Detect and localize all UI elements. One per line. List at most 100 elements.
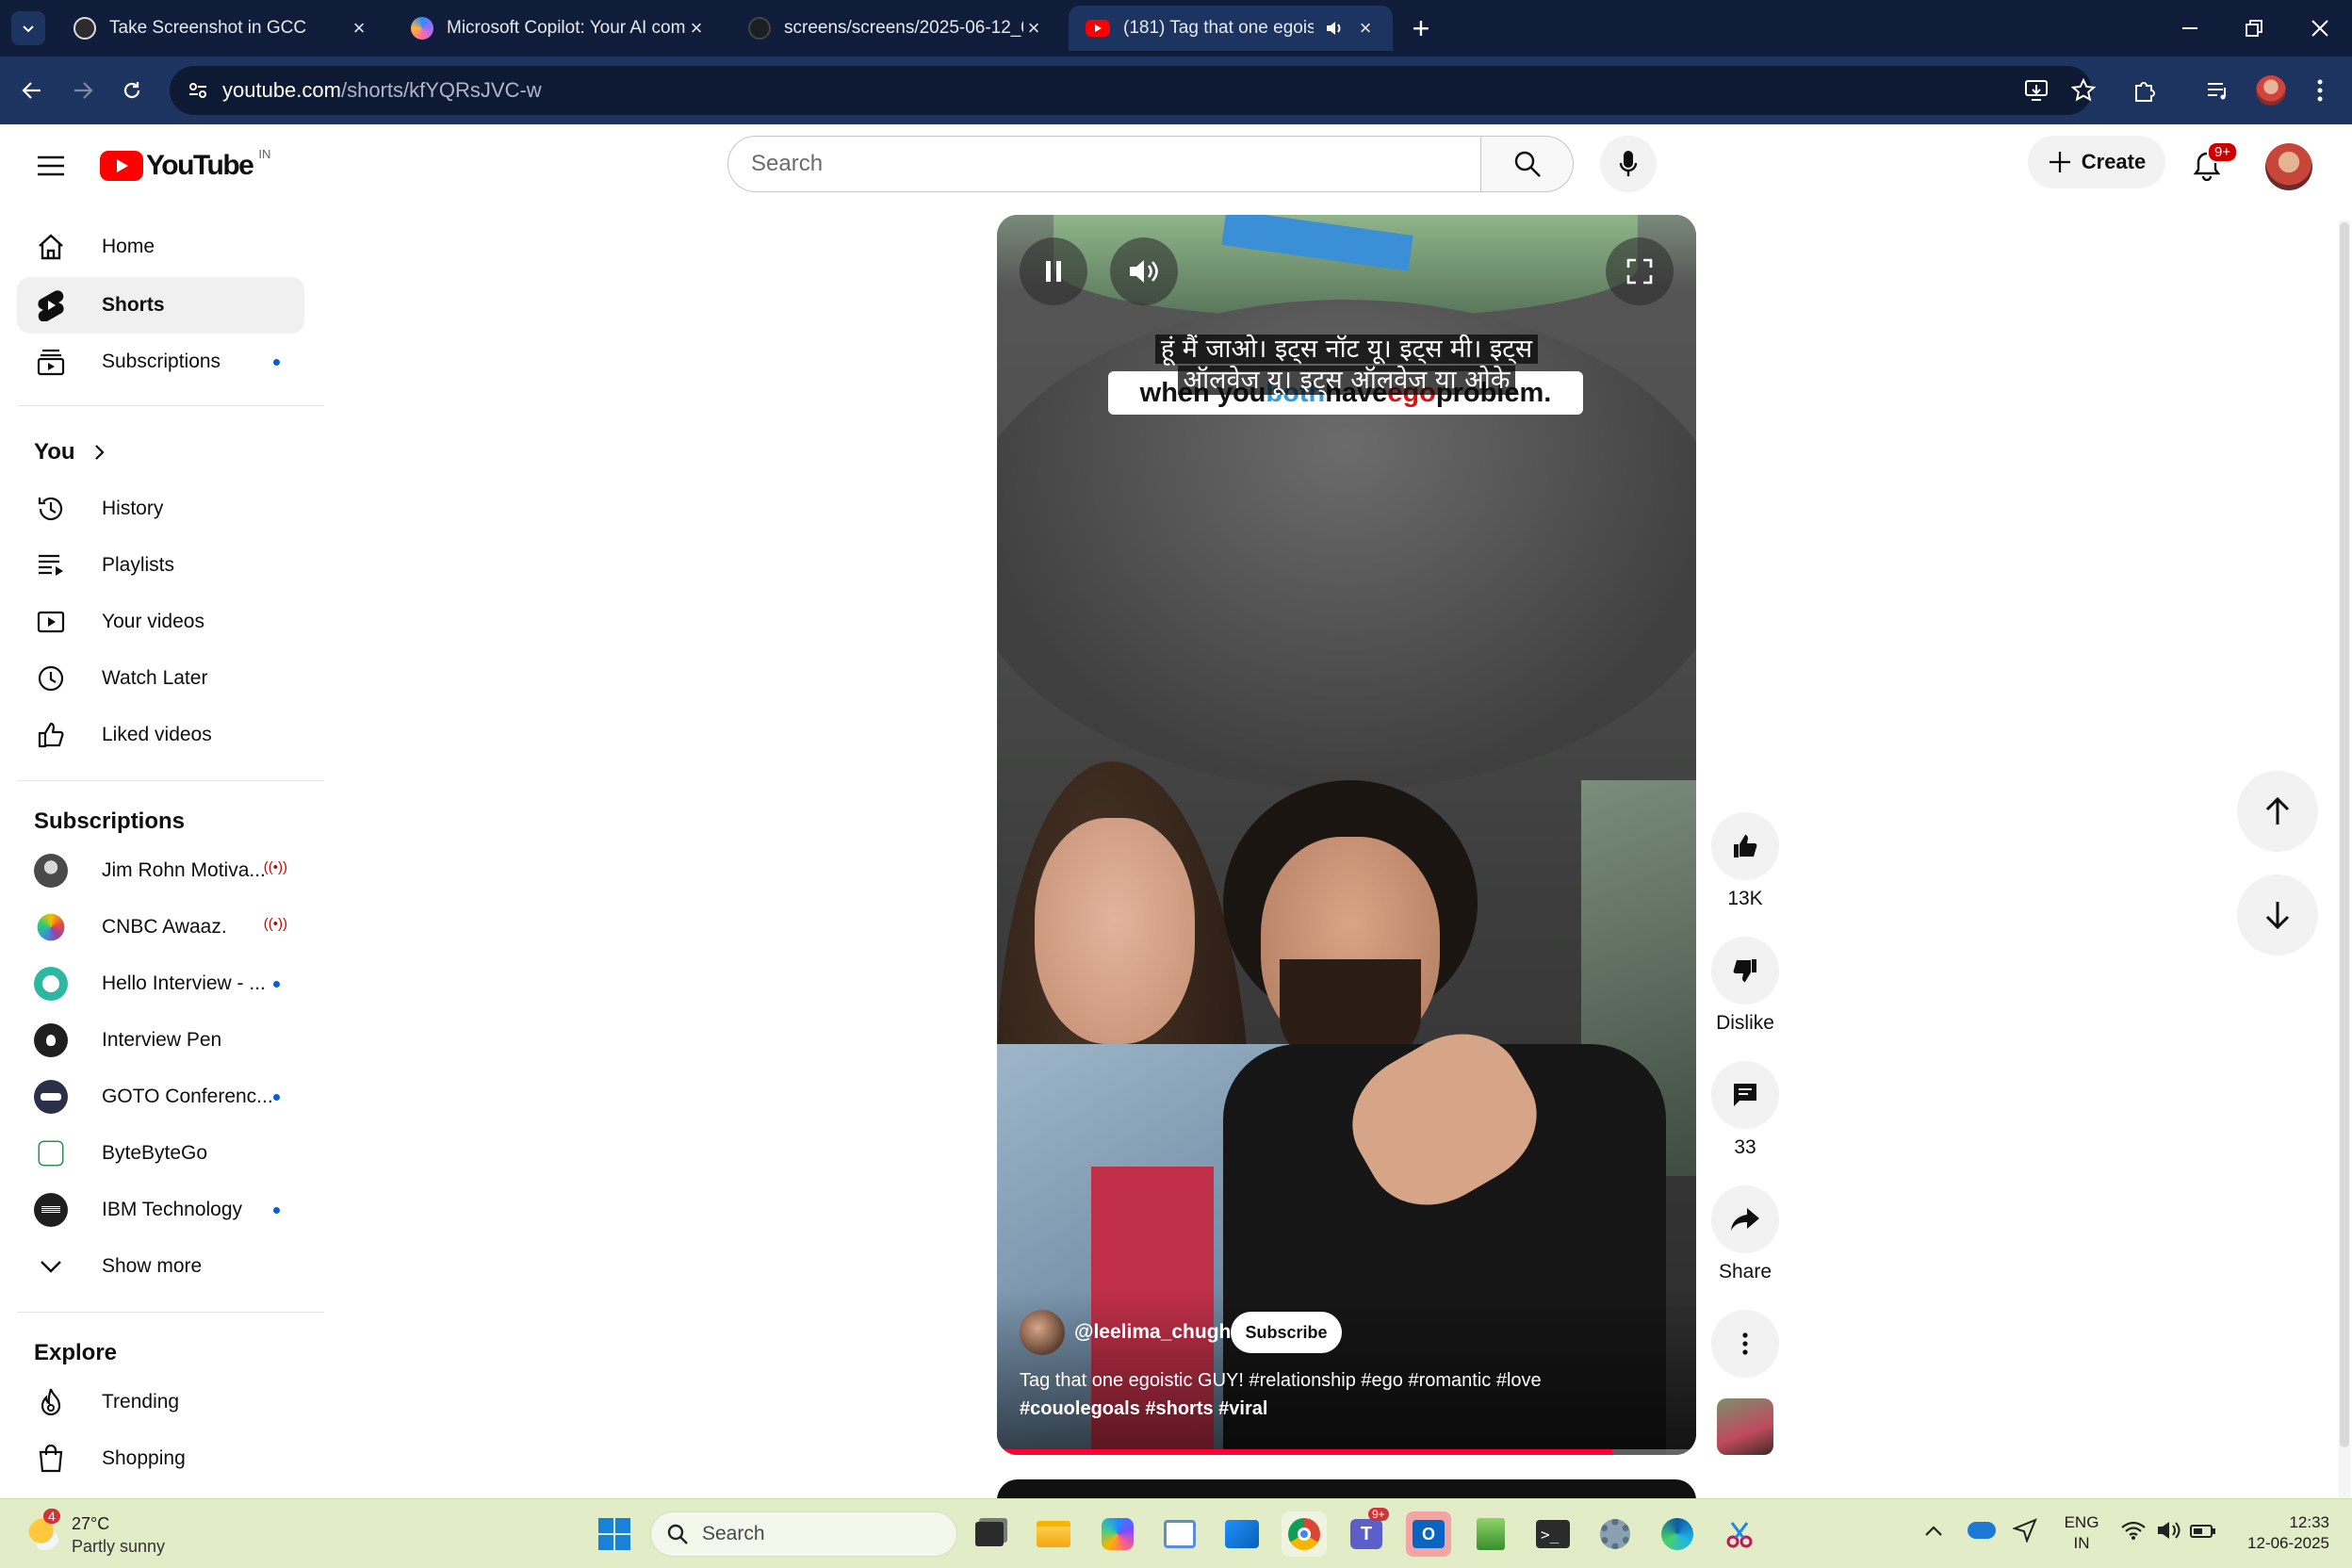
subscription-channel[interactable]: CNBC Awaaz. ((•)) [17, 899, 304, 956]
share-label: Share [1718, 1261, 1772, 1282]
page-scrollbar[interactable] [2339, 220, 2350, 1498]
notifications-button[interactable]: 9+ [2182, 141, 2239, 190]
arrow-down-icon [2265, 902, 2290, 930]
comments-button[interactable] [1711, 1061, 1779, 1129]
youtube-logo[interactable]: YouTube IN [100, 147, 270, 185]
address-bar[interactable]: youtube.com/shorts/kfYQRsJVC-w [170, 66, 2096, 115]
tab-close-icon[interactable]: × [1355, 16, 1376, 41]
short-description[interactable]: Tag that one egoistic GUY! #relationship… [1020, 1366, 1660, 1423]
dislike-button[interactable] [1711, 937, 1779, 1004]
minimize-window-button[interactable] [2158, 0, 2222, 57]
new-tab-button[interactable]: + [1402, 9, 1440, 47]
onedrive-cloud-icon[interactable] [1968, 1522, 1996, 1539]
reload-button[interactable] [111, 70, 153, 111]
taskbar-search[interactable]: Search [650, 1511, 957, 1557]
subscription-channel[interactable]: Interview Pen [17, 1012, 304, 1069]
sidebar-item-history[interactable]: History [17, 481, 304, 537]
location-arrow-icon[interactable] [2013, 1518, 2037, 1543]
back-button[interactable] [11, 70, 53, 111]
tab-close-icon[interactable]: × [349, 16, 369, 41]
fullscreen-button[interactable] [1606, 237, 1674, 305]
clock[interactable]: 12:33 12-06-2025 [2228, 1512, 2329, 1554]
battery-icon[interactable] [2190, 1524, 2216, 1539]
wifi-icon[interactable] [2120, 1520, 2147, 1541]
search-button[interactable] [1481, 136, 1574, 192]
settings-gear-icon[interactable] [1592, 1511, 1638, 1557]
extensions-icon[interactable] [2124, 70, 2165, 111]
show-more-button[interactable]: Show more [17, 1238, 304, 1295]
subscription-channel[interactable]: ByteByteGo [17, 1125, 304, 1182]
sidebar-item-subscriptions[interactable]: Subscriptions [17, 334, 304, 390]
bookmark-star-icon[interactable] [2071, 78, 2096, 103]
sidebar-item-trending[interactable]: Trending [17, 1374, 304, 1430]
tab-close-icon[interactable]: × [686, 16, 707, 41]
channel-handle[interactable]: @leelima_chugh [1074, 1321, 1231, 1344]
media-controls-icon[interactable] [2197, 70, 2239, 111]
teams-app-icon[interactable]: T 9+ [1344, 1508, 1389, 1557]
browser-tab[interactable]: Take Screenshot in GCC × [57, 6, 386, 51]
subscription-channel[interactable]: Hello Interview - ... [17, 956, 304, 1012]
notepad-app-icon[interactable] [1468, 1511, 1513, 1557]
browser-tab[interactable]: Microsoft Copilot: Your AI comp × [394, 6, 724, 51]
previous-short-button[interactable] [2237, 771, 2318, 852]
forward-button[interactable] [62, 70, 104, 111]
browser-tab-active[interactable]: (181) Tag that one egoistic ( × [1069, 6, 1393, 51]
input-language[interactable]: ENG IN [2060, 1512, 2103, 1554]
edge-browser-icon[interactable] [1655, 1511, 1700, 1557]
search-input[interactable]: Search [727, 136, 1481, 192]
progress-track[interactable] [997, 1449, 1696, 1455]
more-actions-button[interactable] [1711, 1310, 1779, 1378]
file-explorer-icon[interactable] [1031, 1511, 1076, 1557]
tab-close-icon[interactable]: × [1023, 16, 1044, 41]
sidebar-item-liked-videos[interactable]: Liked videos [17, 707, 304, 763]
close-window-button[interactable] [2288, 0, 2352, 57]
thumbs-up-icon [1734, 835, 1757, 858]
snipping-tool-icon[interactable] [1717, 1511, 1762, 1557]
you-section-heading[interactable]: You [34, 439, 106, 466]
audio-source-thumbnail[interactable] [1717, 1398, 1773, 1455]
subscribe-button[interactable]: Subscribe [1231, 1312, 1342, 1353]
voice-search-button[interactable] [1600, 136, 1657, 192]
chrome-browser-icon[interactable] [1282, 1511, 1327, 1557]
volume-button[interactable] [1110, 237, 1178, 305]
site-info-icon[interactable] [187, 79, 209, 102]
start-button[interactable] [592, 1511, 637, 1557]
sidebar-item-shorts[interactable]: Shorts [17, 277, 304, 334]
sidebar-item-your-videos[interactable]: Your videos [17, 594, 304, 650]
subscription-channel[interactable]: Jim Rohn Motiva... ((•)) [17, 842, 304, 899]
pause-button[interactable] [1020, 237, 1087, 305]
tab-title: screens/screens/2025-06-12_09 [784, 18, 1023, 38]
show-hidden-icons-chevron-icon[interactable] [1924, 1524, 1943, 1537]
shorts-video-player[interactable]: when you both have ego problem. हूं मैं … [997, 215, 1696, 1455]
outlook-app-icon[interactable]: O [1406, 1511, 1451, 1557]
install-app-icon[interactable] [2024, 78, 2049, 103]
microsoft-365-icon[interactable] [1095, 1511, 1140, 1557]
whiteboard-app-icon[interactable] [1157, 1511, 1202, 1557]
hamburger-icon [38, 155, 64, 176]
shorts-icon [34, 288, 68, 322]
sidebar-item-home[interactable]: Home [17, 219, 304, 275]
browser-tab[interactable]: screens/screens/2025-06-12_09 × [731, 6, 1061, 51]
account-avatar[interactable] [2265, 143, 2312, 190]
share-button[interactable] [1711, 1185, 1779, 1253]
weather-widget[interactable]: 4 27°C Partly sunny [24, 1509, 213, 1560]
subscription-channel[interactable]: IBM Technology [17, 1182, 304, 1238]
subscription-channel[interactable]: GOTO Conferenc... [17, 1069, 304, 1125]
next-short-button[interactable] [2237, 874, 2318, 956]
guide-menu-button[interactable] [30, 145, 72, 187]
audio-playing-icon[interactable] [1325, 20, 1344, 37]
browser-menu-icon[interactable] [2299, 70, 2341, 111]
channel-avatar[interactable] [1020, 1310, 1065, 1355]
photos-app-icon[interactable] [1219, 1511, 1265, 1557]
profile-avatar[interactable] [2250, 70, 2292, 111]
sidebar-item-playlists[interactable]: Playlists [17, 537, 304, 594]
sidebar-item-shopping[interactable]: Shopping [17, 1430, 304, 1487]
create-button[interactable]: Create [2028, 136, 2165, 188]
volume-icon[interactable] [2156, 1520, 2182, 1541]
task-view-icon[interactable] [967, 1511, 1012, 1557]
like-button[interactable] [1711, 812, 1779, 880]
sidebar-item-watch-later[interactable]: Watch Later [17, 650, 304, 707]
tab-search-button[interactable] [11, 11, 45, 45]
restore-window-button[interactable] [2222, 0, 2286, 57]
terminal-app-icon[interactable]: >_ [1530, 1511, 1576, 1557]
